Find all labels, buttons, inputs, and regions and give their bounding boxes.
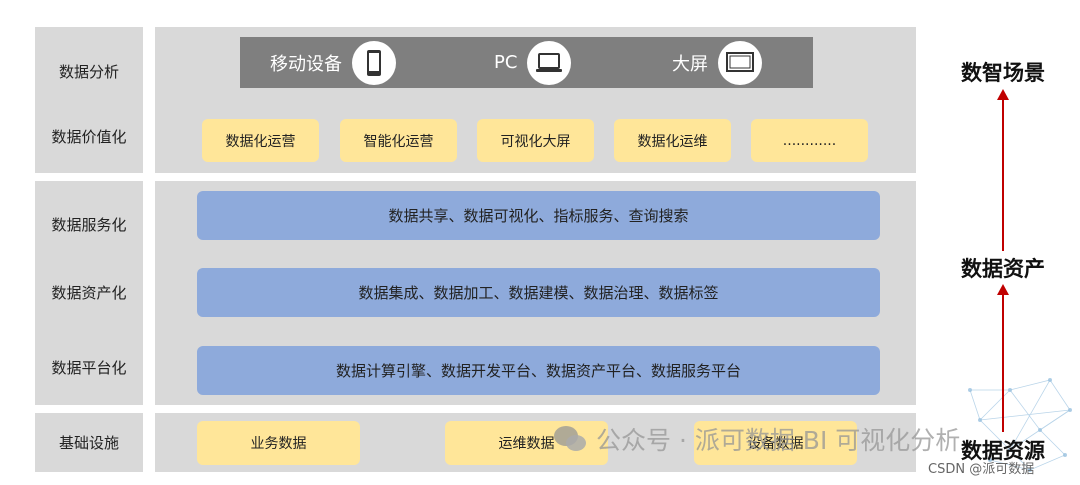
value-item-visual-screen: 可视化大屏	[477, 119, 594, 162]
watermark-text: 公众号 · 派可数据 BI 可视化分析	[596, 426, 961, 455]
laptop-icon	[527, 40, 572, 85]
label-data-servitization: 数据服务化	[51, 216, 127, 234]
arrow-line-upper	[1002, 99, 1004, 251]
value-item-data-maintenance: 数据化运维	[614, 119, 731, 162]
service-bar-sharing: 数据共享、数据可视化、指标服务、查询搜索	[197, 191, 880, 240]
label-data-platformization: 数据平台化	[51, 359, 127, 377]
device-label-mobile: 移动设备	[270, 53, 342, 75]
stage-smart-scenarios: 数智场景	[961, 61, 1045, 85]
wechat-icon	[554, 426, 586, 451]
label-infrastructure: 基础设施	[58, 434, 119, 452]
mobile-phone-icon	[352, 40, 396, 85]
left-panel-top: 数据分析 数据价值化	[35, 27, 143, 173]
service-bar-integration: 数据集成、数据加工、数据建模、数据治理、数据标签	[197, 268, 880, 317]
value-item-data-operations: 数据化运营	[202, 119, 319, 162]
left-panel-bottom: 基础设施	[35, 413, 143, 472]
value-item-more: ............	[751, 119, 868, 162]
label-data-assetization: 数据资产化	[51, 284, 127, 302]
device-label-pc: PC	[494, 52, 518, 73]
stage-data-assets: 数据资产	[961, 257, 1045, 281]
left-panel-middle: 数据服务化 数据资产化 数据平台化	[35, 181, 143, 405]
device-pc: PC	[494, 37, 572, 88]
credit-text: CSDN @派可数据	[928, 462, 1035, 477]
label-data-analysis: 数据分析	[58, 63, 119, 81]
arrow-line-lower	[1002, 294, 1004, 432]
device-bar: 移动设备 PC 大屏	[240, 37, 813, 88]
device-big-screen: 大屏	[672, 37, 762, 88]
watermark: 公众号 · 派可数据 BI 可视化分析	[552, 421, 960, 457]
label-data-valorization: 数据价值化	[51, 128, 127, 146]
infra-item-business-data: 业务数据	[197, 421, 360, 465]
monitor-icon	[718, 40, 762, 85]
device-mobile: 移动设备	[270, 37, 396, 88]
value-item-smart-operations: 智能化运营	[340, 119, 457, 162]
service-bar-platform: 数据计算引擎、数据开发平台、数据资产平台、数据服务平台	[197, 346, 880, 395]
device-label-big-screen: 大屏	[672, 53, 708, 75]
